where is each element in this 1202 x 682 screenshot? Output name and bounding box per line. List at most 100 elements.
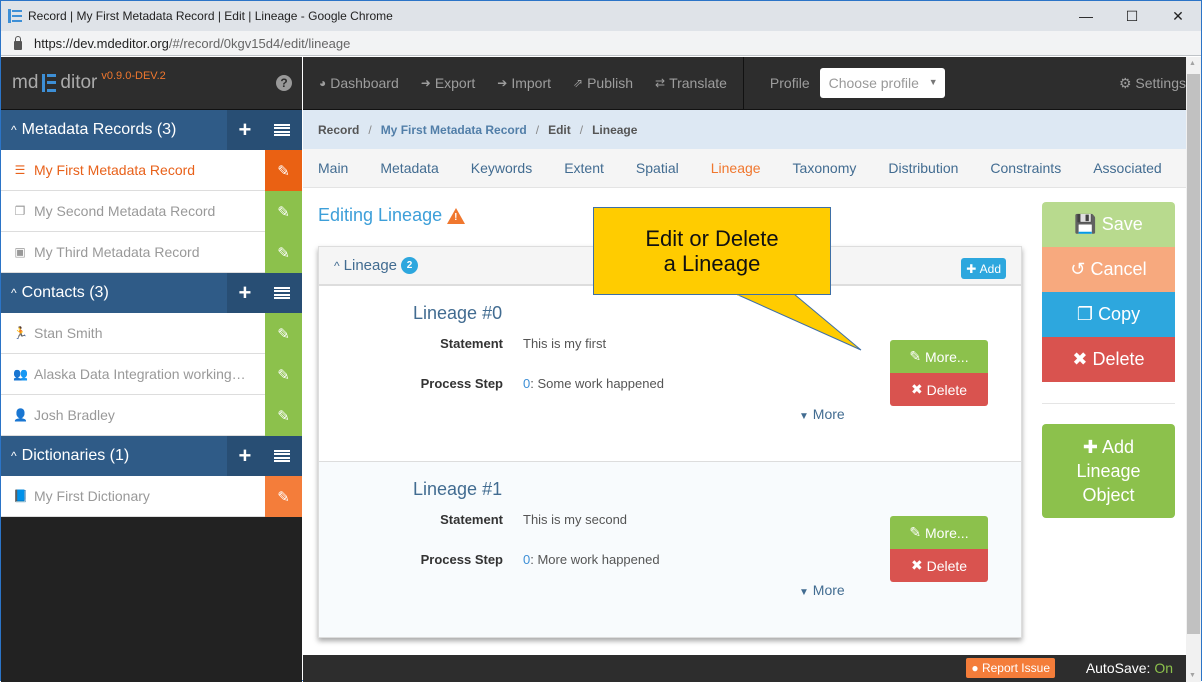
more-button[interactable]: ✎ More... — [890, 516, 988, 549]
page-title: Editing Lineage ! — [318, 205, 466, 226]
warning-icon: ! — [447, 207, 466, 224]
chevron-up-icon[interactable]: ^ — [11, 286, 17, 300]
add-lineage-object-button[interactable]: ✚ Add Lineage Object — [1042, 424, 1175, 518]
delete-button[interactable]: ✖ Delete — [1042, 337, 1175, 382]
help-icon[interactable]: ? — [276, 75, 292, 91]
chevron-up-icon[interactable]: ^ — [334, 259, 340, 273]
nav-publish[interactable]: ⇗ Publish — [573, 75, 633, 91]
logo[interactable]: md ditor — [12, 72, 97, 94]
edit-button[interactable]: ✎ — [265, 150, 302, 191]
minimize-button[interactable]: — — [1063, 1, 1109, 31]
section-tabs: Main Metadata Keywords Extent Spatial Lineage… — [303, 149, 1186, 188]
tab-spatial[interactable]: Spatial — [636, 160, 679, 176]
process-step-row: Process Step 0: Some work happened — [420, 376, 664, 391]
sidebar-item[interactable]: ❐ My Second Metadata Record ✎ — [1, 191, 302, 232]
annotation-callout: Edit or Delete a Lineage — [593, 207, 831, 295]
copy-button[interactable]: ❐ Copy — [1042, 292, 1175, 337]
sidebar-item[interactable]: ☰ My First Metadata Record ✎ — [1, 150, 302, 191]
sidebar-item-label: Alaska Data Integration working… — [34, 366, 246, 382]
add-lineage-button[interactable]: ✚ Add — [961, 258, 1006, 279]
sidebar-item-label: Josh Bradley — [34, 407, 115, 423]
maximize-button[interactable]: ☐ — [1109, 1, 1155, 31]
breadcrumb-edit[interactable]: Edit — [548, 123, 571, 137]
sidebar-item[interactable]: 🏃 Stan Smith ✎ — [1, 313, 302, 354]
nav-dashboard[interactable]: ◕ Dashboard — [319, 75, 399, 91]
sidebar-item[interactable]: ▣ My Third Metadata Record ✎ — [1, 232, 302, 273]
scroll-thumb[interactable] — [1187, 74, 1200, 634]
tab-distribution[interactable]: Distribution — [888, 160, 958, 176]
chevron-up-icon[interactable]: ^ — [11, 449, 17, 463]
list-icon[interactable] — [274, 286, 291, 300]
edit-button[interactable]: ✎ — [265, 354, 302, 395]
breadcrumb-record-name[interactable]: My First Metadata Record — [381, 123, 527, 137]
more-toggle[interactable]: ▼ More — [799, 406, 845, 422]
edit-button[interactable]: ✎ — [265, 232, 302, 273]
address-bar[interactable]: https://dev.mdeditor.org/#/record/0kgv15… — [1, 31, 1201, 56]
cancel-button[interactable]: ↺ Cancel — [1042, 247, 1175, 292]
tab-main[interactable]: Main — [318, 160, 348, 176]
undo-icon: ↺ — [1070, 259, 1086, 279]
runner-icon: 🏃 — [13, 326, 28, 340]
chevron-up-icon[interactable]: ^ — [11, 123, 17, 137]
nav-export[interactable]: ➜ Export — [421, 75, 476, 91]
copy-icon: ❐ — [14, 204, 26, 218]
sidebar-section-header[interactable]: ^ Metadata Records (3) + — [1, 110, 302, 150]
caret-down-icon: ▼ — [799, 587, 809, 598]
autosave-status[interactable]: AutoSave: On — [1086, 660, 1173, 676]
image-icon: ▣ — [14, 245, 26, 259]
breadcrumb-record[interactable]: Record — [318, 123, 359, 137]
tab-constraints[interactable]: Constraints — [990, 160, 1061, 176]
nav-import[interactable]: ➔ Import — [497, 75, 551, 91]
url-text[interactable]: https://dev.mdeditor.org/#/record/0kgv15… — [34, 36, 350, 51]
sidebar-section-header[interactable]: ^ Dictionaries (1) + — [1, 436, 302, 476]
sidebar-item[interactable]: 👤 Josh Bradley ✎ — [1, 395, 302, 436]
lineage-title: Lineage #0 — [413, 303, 503, 323]
sidebar-item[interactable]: 👥 Alaska Data Integration working… ✎ — [1, 354, 302, 395]
tab-extent[interactable]: Extent — [564, 160, 604, 176]
edit-button[interactable]: ✎ — [265, 476, 302, 517]
add-icon[interactable]: + — [239, 119, 252, 141]
scrollbar[interactable]: ▲ ▼ — [1186, 57, 1201, 682]
list-icon[interactable] — [274, 449, 291, 463]
tab-taxonomy[interactable]: Taxonomy — [793, 160, 857, 176]
close-button[interactable]: ✕ — [1155, 1, 1201, 31]
add-icon[interactable]: + — [239, 282, 252, 304]
more-toggle[interactable]: ▼ More — [799, 582, 845, 598]
footer: ● Report Issue AutoSave: On — [303, 655, 1186, 682]
edit-button[interactable]: ✎ — [265, 313, 302, 354]
caret-down-icon: ▼ — [799, 411, 809, 422]
nav-translate[interactable]: ⇄ Translate — [655, 75, 727, 91]
report-issue-button[interactable]: ● Report Issue — [966, 658, 1055, 678]
database-icon: ☰ — [14, 163, 26, 177]
tab-metadata[interactable]: Metadata — [380, 160, 438, 176]
profile-select[interactable]: Choose profile ▼ — [819, 68, 945, 98]
sidebar-item[interactable]: 📘 My First Dictionary ✎ — [1, 476, 302, 517]
list-icon[interactable] — [274, 123, 291, 137]
tab-associated[interactable]: Associated — [1093, 160, 1161, 176]
delete-lineage-button[interactable]: ✖ Delete — [890, 373, 988, 406]
more-button[interactable]: ✎ More... — [890, 340, 988, 373]
lock-icon — [14, 35, 22, 50]
plus-icon: ✚ — [1082, 437, 1099, 457]
tab-lineage[interactable]: Lineage — [711, 160, 761, 176]
save-button[interactable]: 💾 Save — [1042, 202, 1175, 247]
tab-keywords[interactable]: Keywords — [471, 160, 532, 176]
user-icon: 👤 — [13, 408, 28, 422]
pencil-icon: ✎ — [277, 366, 290, 384]
sidebar-item-label: Stan Smith — [34, 325, 103, 341]
delete-lineage-button[interactable]: ✖ Delete — [890, 549, 988, 582]
sidebar-section-header[interactable]: ^ Contacts (3) + — [1, 273, 302, 313]
nav-settings[interactable]: ⚙ Settings — [1119, 75, 1186, 92]
chevron-down-icon: ▼ — [928, 77, 938, 87]
edit-button[interactable]: ✎ — [265, 395, 302, 436]
panel-title: Lineage — [343, 257, 398, 274]
scroll-down-icon: ▼ — [1189, 672, 1196, 679]
section-label: Contacts (3) — [21, 284, 109, 301]
pencil-icon: ✎ — [277, 407, 290, 425]
pencil-icon: ✎ — [277, 162, 290, 180]
edit-button[interactable]: ✎ — [265, 191, 302, 232]
group-icon: 👥 — [13, 367, 28, 381]
title-bar: Record | My First Metadata Record | Edit… — [1, 1, 1201, 31]
statement-row: Statement This is my first — [440, 336, 607, 351]
add-icon[interactable]: + — [239, 445, 252, 467]
